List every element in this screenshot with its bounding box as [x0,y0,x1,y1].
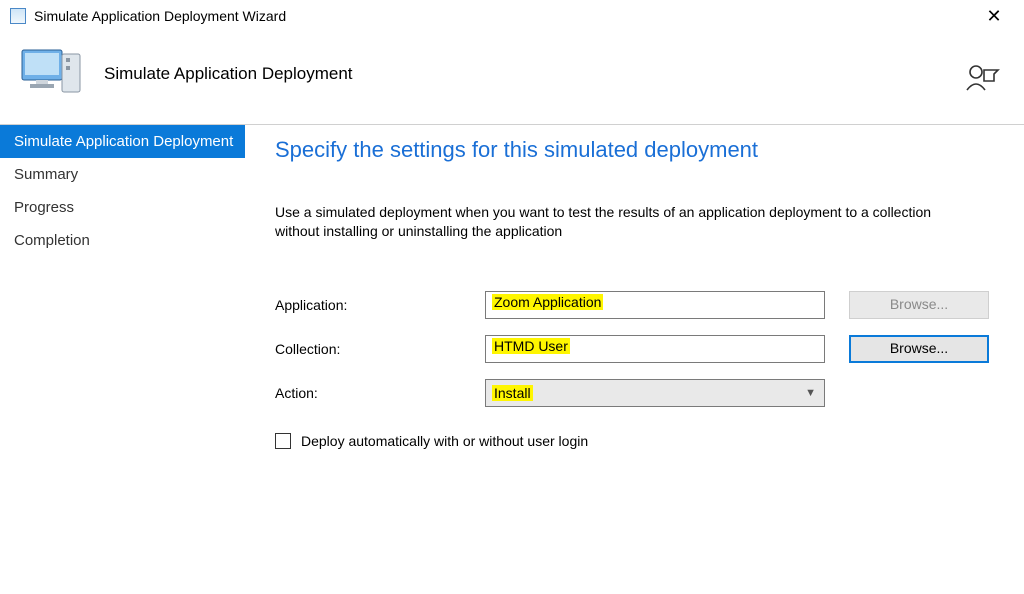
collection-input[interactable]: HTMD User [485,335,825,363]
wizard-header-title: Simulate Application Deployment [104,64,353,84]
deploy-auto-checkbox[interactable] [275,433,291,449]
user-icon [966,64,1000,95]
window-titlebar: Simulate Application Deployment Wizard ✕ [0,0,1024,32]
application-label: Application: [275,297,485,313]
close-icon[interactable]: ✕ [974,6,1014,27]
row-action: Action: Install ▼ [275,379,994,407]
application-browse-button: Browse... [849,291,989,319]
page-heading: Specify the settings for this simulated … [275,137,994,163]
sidebar-item-simulate-deployment[interactable]: Simulate Application Deployment [0,125,245,158]
application-value: Zoom Application [492,294,603,310]
action-label: Action: [275,385,485,401]
window-icon [10,8,26,24]
row-application: Application: Zoom Application Browse... [275,291,994,319]
action-select[interactable]: Install ▼ [485,379,825,407]
window-title: Simulate Application Deployment Wizard [34,8,974,24]
application-input[interactable]: Zoom Application [485,291,825,319]
collection-browse-button[interactable]: Browse... [849,335,989,363]
action-value: Install [492,385,533,401]
row-collection: Collection: HTMD User Browse... [275,335,994,363]
sidebar-item-completion[interactable]: Completion [0,224,245,257]
wizard-body: Simulate Application Deployment Summary … [0,125,1024,587]
sidebar-item-summary[interactable]: Summary [0,158,245,191]
collection-value: HTMD User [492,338,570,354]
wizard-sidebar: Simulate Application Deployment Summary … [0,125,245,587]
wizard-content: Specify the settings for this simulated … [245,125,1024,587]
wizard-computer-icon [20,44,84,104]
sidebar-item-progress[interactable]: Progress [0,191,245,224]
chevron-down-icon: ▼ [805,387,816,399]
row-deploy-auto: Deploy automatically with or without use… [275,433,994,449]
wizard-header: Simulate Application Deployment [0,32,1024,125]
collection-label: Collection: [275,341,485,357]
deploy-auto-label: Deploy automatically with or without use… [301,433,588,449]
page-description: Use a simulated deployment when you want… [275,203,955,241]
